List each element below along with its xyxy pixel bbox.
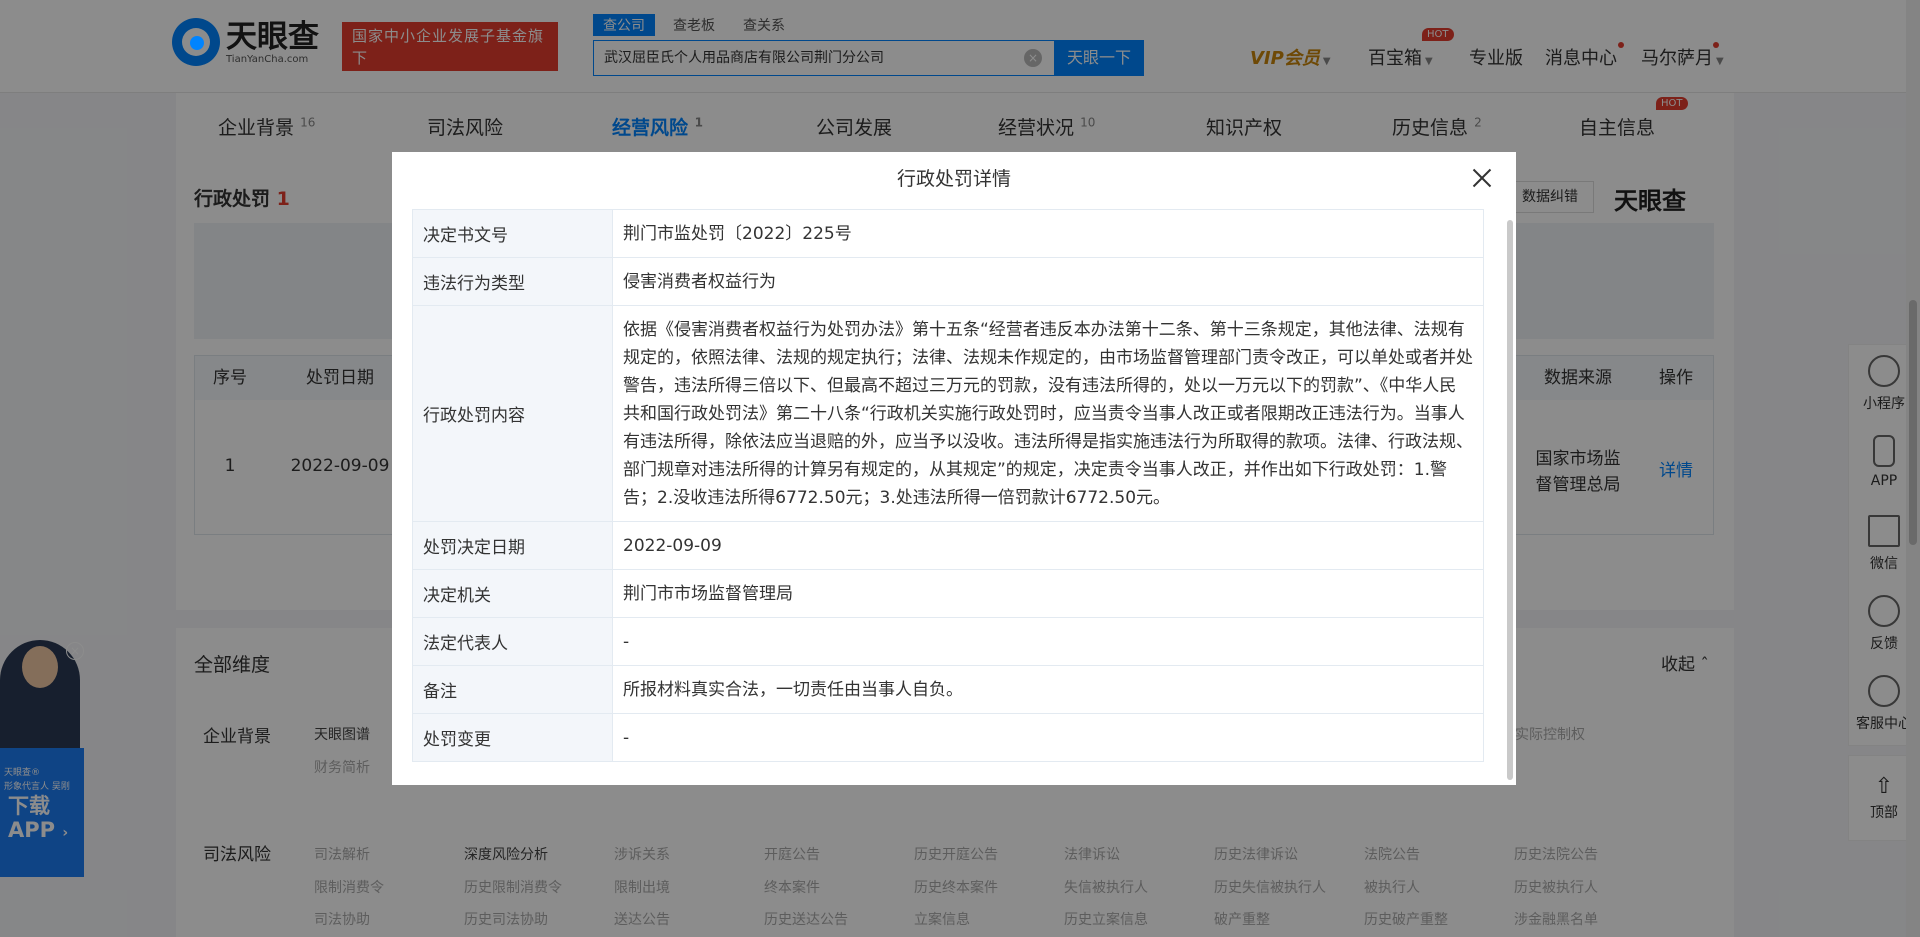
detail-value: 侵害消费者权益行为: [613, 258, 1484, 305]
detail-row: 备注 所报材料真实合法，一切责任由当事人自负。: [413, 666, 1484, 714]
detail-row: 决定机关 荆门市市场监督管理局: [413, 570, 1484, 618]
detail-label: 法定代表人: [413, 618, 613, 665]
detail-table: 决定书文号 荆门市监处罚〔2022〕225号 违法行为类型 侵害消费者权益行为 行政处罚…: [412, 209, 1484, 762]
detail-value: 荆门市监处罚〔2022〕225号: [613, 210, 1484, 257]
detail-label: 决定机关: [413, 570, 613, 617]
detail-value: -: [613, 714, 1484, 761]
detail-label: 行政处罚内容: [413, 306, 613, 521]
detail-value: 依据《侵害消费者权益行为处罚办法》第十五条“经营者违反本办法第十二条、第十三条规…: [613, 306, 1484, 521]
detail-row: 决定书文号 荆门市监处罚〔2022〕225号: [413, 210, 1484, 258]
detail-label: 违法行为类型: [413, 258, 613, 305]
detail-label: 处罚变更: [413, 714, 613, 761]
penalty-detail-modal: 行政处罚详情 决定书文号 荆门市监处罚〔2022〕225号 违法行为类型 侵害消费者权…: [392, 152, 1516, 785]
detail-label: 决定书文号: [413, 210, 613, 257]
detail-label: 处罚决定日期: [413, 522, 613, 569]
detail-value: 2022-09-09: [613, 522, 1484, 569]
detail-value: 所报材料真实合法，一切责任由当事人自负。: [613, 666, 1484, 713]
modal-title: 行政处罚详情: [896, 168, 1011, 190]
modal-scrollbar[interactable]: [1507, 220, 1513, 780]
detail-row: 处罚变更 -: [413, 714, 1484, 762]
detail-value: -: [613, 618, 1484, 665]
detail-value: 荆门市市场监督管理局: [613, 570, 1484, 617]
detail-row: 处罚决定日期 2022-09-09: [413, 522, 1484, 570]
detail-row: 法定代表人 -: [413, 618, 1484, 666]
detail-label: 备注: [413, 666, 613, 713]
detail-row: 违法行为类型 侵害消费者权益行为: [413, 258, 1484, 306]
detail-row: 行政处罚内容 依据《侵害消费者权益行为处罚办法》第十五条“经营者违反本办法第十二条…: [413, 306, 1484, 522]
close-icon[interactable]: [1470, 166, 1494, 190]
